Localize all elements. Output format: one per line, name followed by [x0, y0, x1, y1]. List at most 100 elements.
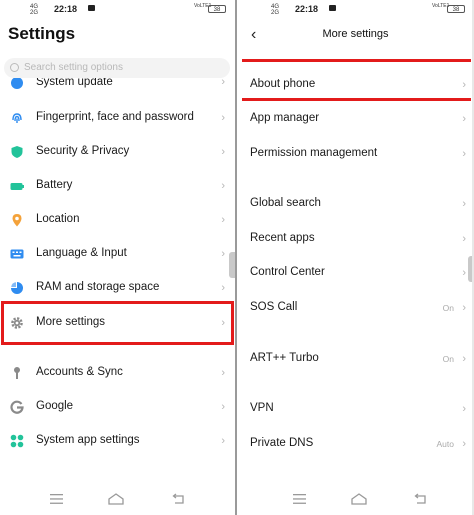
back-nav-icon[interactable] [414, 493, 427, 505]
status-bar: 4G 2G 22:18 VoLTE1 38 [237, 0, 472, 20]
settings-item-label: System update [36, 78, 113, 88]
settings-item-label: Permission management [250, 147, 378, 159]
chevron-right-icon: › [221, 435, 225, 447]
settings-item-security-privacy[interactable]: Security & Privacy › [0, 138, 235, 166]
navigation-bar [237, 485, 472, 515]
settings-item-permission-management[interactable]: Permission management › [237, 140, 472, 168]
menu-icon[interactable] [293, 494, 306, 504]
back-nav-icon[interactable] [172, 493, 185, 505]
chevron-right-icon: › [462, 302, 466, 314]
location-pin-icon [12, 214, 22, 227]
screen-record-icon [88, 5, 95, 11]
settings-item-ram-storage[interactable]: RAM and storage space › [0, 274, 235, 302]
highlight-box-more-settings [1, 301, 234, 345]
fingerprint-icon [12, 113, 22, 123]
menu-icon[interactable] [50, 494, 63, 504]
search-placeholder: Search setting options [24, 62, 123, 73]
chevron-right-icon: › [221, 282, 225, 294]
settings-item-label: System app settings [36, 434, 140, 446]
settings-item-fingerprint[interactable]: Fingerprint, face and password › [0, 104, 235, 132]
chevron-right-icon: › [221, 112, 225, 124]
settings-item-accounts-sync[interactable]: Accounts & Sync › [0, 359, 235, 387]
network-indicator: 4G 2G [271, 4, 280, 16]
chevron-right-icon: › [462, 403, 466, 415]
settings-item-system-app-settings[interactable]: System app settings › [0, 427, 235, 455]
chevron-right-icon: › [462, 198, 466, 210]
highlight-line-bottom [242, 98, 471, 101]
status-time: 22:18 [54, 4, 78, 14]
chevron-right-icon: › [462, 353, 466, 365]
settings-item-global-search[interactable]: Global search › [237, 190, 472, 218]
settings-item-value: On [442, 354, 454, 364]
settings-item-value: On [442, 303, 454, 313]
settings-item-recent-apps[interactable]: Recent apps › [237, 225, 472, 253]
settings-item-label: VPN [250, 402, 274, 414]
settings-item-control-center[interactable]: Control Center › [237, 259, 472, 287]
chevron-right-icon: › [221, 401, 225, 413]
more-settings-screen: 4G 2G 22:18 VoLTE1 38 ‹ More settings Ab… [237, 0, 472, 515]
chevron-right-icon: › [221, 78, 225, 88]
battery-indicator: 38 [208, 5, 226, 13]
edge-handle[interactable] [468, 256, 472, 282]
settings-item-label: Battery [36, 179, 73, 191]
settings-item-label: Private DNS [250, 437, 314, 449]
settings-screen: 4G 2G 22:18 VoLTE1 38 Settings Search se… [0, 0, 235, 515]
highlight-line-top [242, 59, 471, 62]
keyboard-icon [10, 249, 24, 259]
settings-item-language-input[interactable]: Language & Input › [0, 240, 235, 268]
settings-item-value: Auto [436, 439, 455, 449]
settings-item-label: Security & Privacy [36, 145, 130, 157]
settings-item-google[interactable]: Google › [0, 393, 235, 421]
chevron-right-icon: › [221, 248, 225, 260]
settings-item-label: Fingerprint, face and password [36, 111, 194, 123]
battery-indicator: 38 [447, 5, 465, 13]
settings-item-label: Accounts & Sync [36, 366, 123, 378]
chevron-right-icon: › [462, 79, 466, 91]
settings-item-label: SOS Call [250, 301, 298, 313]
chevron-right-icon: › [221, 214, 225, 226]
apps-grid-icon [10, 434, 24, 448]
settings-item-about-phone[interactable]: About phone › [237, 71, 472, 99]
settings-item-label: About phone [250, 78, 316, 90]
settings-item-label: ART++ Turbo [250, 352, 319, 364]
settings-item-system-update[interactable]: System update › [0, 78, 235, 96]
settings-item-location[interactable]: Location › [0, 206, 235, 234]
shield-icon [11, 146, 23, 158]
chevron-right-icon: › [462, 148, 466, 160]
google-g-icon [10, 400, 24, 414]
system-update-icon [11, 78, 23, 89]
settings-item-battery[interactable]: Battery › [0, 172, 235, 200]
navigation-bar [0, 485, 235, 515]
settings-item-art-turbo[interactable]: ART++ Turbo On › [237, 345, 472, 373]
settings-item-sos-call[interactable]: SOS Call On › [237, 294, 472, 322]
search-input[interactable]: Search setting options [4, 58, 230, 78]
settings-item-label: Global search [250, 197, 321, 209]
page-title: Settings [8, 24, 76, 43]
settings-item-label: RAM and storage space [36, 281, 160, 293]
home-icon[interactable] [108, 493, 124, 505]
settings-item-label: Location [36, 213, 80, 225]
settings-item-private-dns[interactable]: Private DNS Auto › [237, 430, 472, 458]
search-icon [10, 63, 19, 72]
home-icon[interactable] [351, 493, 367, 505]
chevron-right-icon: › [462, 267, 466, 279]
settings-item-label: App manager [250, 112, 320, 124]
storage-pie-icon [11, 282, 23, 294]
network-indicator: 4G 2G [30, 4, 39, 16]
chevron-right-icon: › [462, 113, 466, 125]
screen-record-icon [329, 5, 336, 11]
chevron-right-icon: › [221, 180, 225, 192]
settings-item-label: Language & Input [36, 247, 127, 259]
settings-item-label: Control Center [250, 266, 325, 278]
status-bar: 4G 2G 22:18 VoLTE1 38 [0, 0, 235, 20]
chevron-right-icon: › [221, 146, 225, 158]
chevron-right-icon: › [221, 367, 225, 379]
settings-item-label: Recent apps [250, 232, 315, 244]
status-time: 22:18 [295, 4, 319, 14]
account-key-icon [14, 367, 20, 379]
battery-icon [10, 183, 24, 190]
page-title: More settings [322, 28, 389, 40]
settings-item-app-manager[interactable]: App manager › [237, 105, 472, 133]
settings-item-vpn[interactable]: VPN › [237, 395, 472, 423]
chevron-right-icon: › [462, 233, 466, 245]
